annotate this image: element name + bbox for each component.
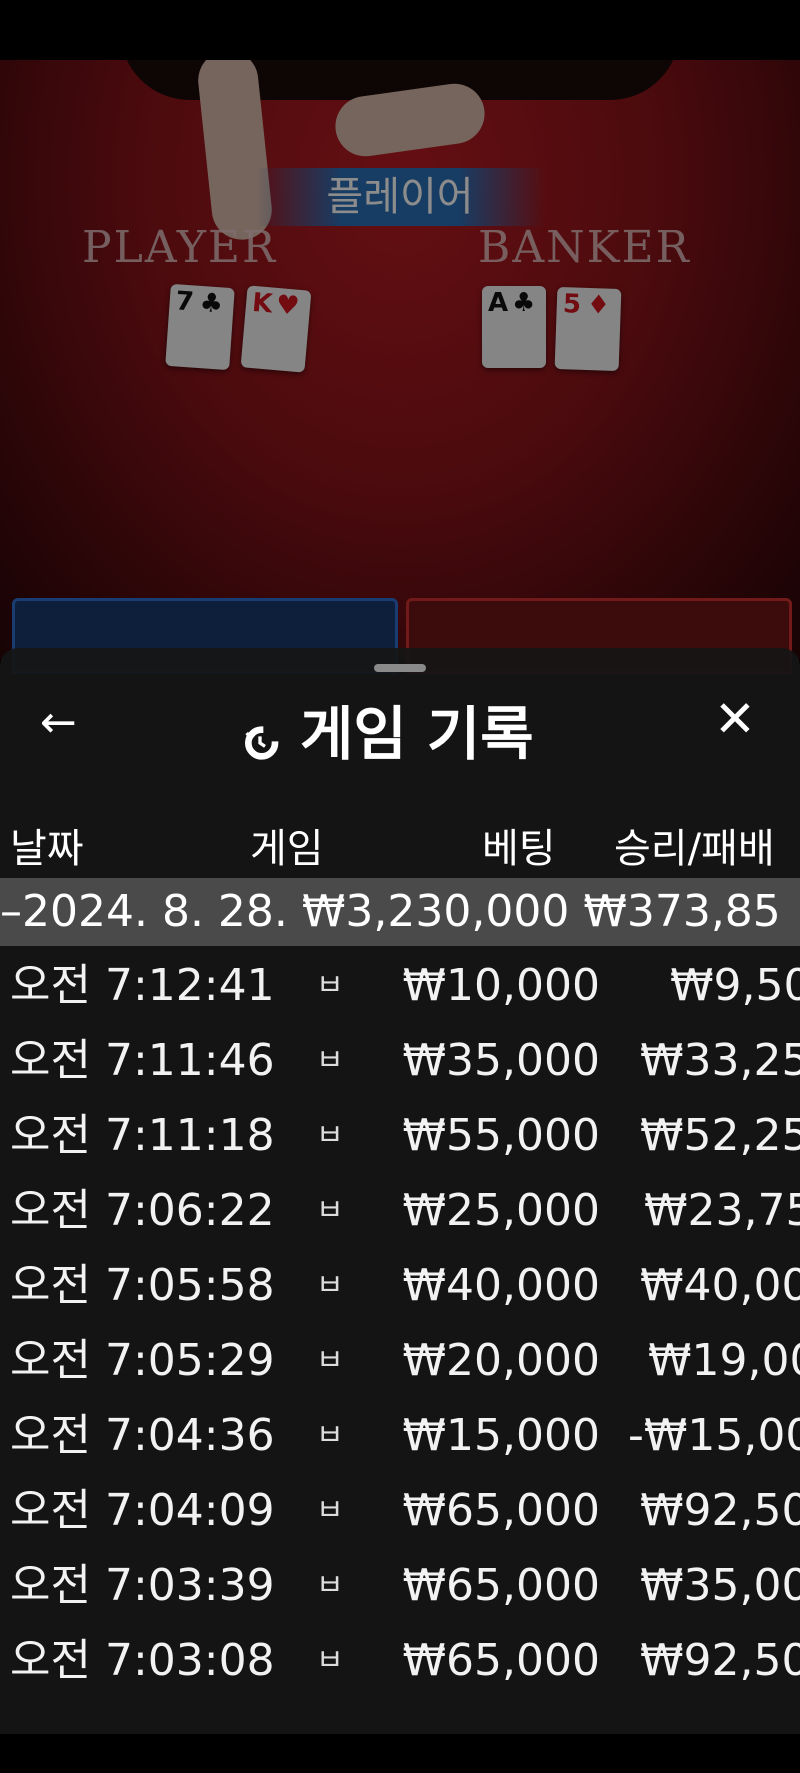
row-game: ㅂ: [316, 1568, 344, 1603]
row-time: 오전 7:04:09: [10, 1485, 275, 1536]
row-win-loss: -₩15,00: [628, 1410, 800, 1461]
row-win-loss: ₩40,00: [640, 1260, 800, 1311]
date-summary-row[interactable]: –2024. 8. 28. ₩3,230,000 ₩373,85: [0, 878, 800, 946]
row-time: 오전 7:05:29: [10, 1335, 275, 1386]
sheet-title: 게임 기록: [240, 694, 534, 768]
row-time: 오전 7:11:46: [10, 1035, 275, 1086]
row-bet: ₩65,000: [402, 1485, 600, 1536]
column-header-game: 게임: [250, 826, 324, 872]
row-win-loss: ₩35,00: [640, 1560, 800, 1611]
row-win-loss: ₩19,00: [648, 1335, 800, 1386]
row-bet: ₩65,000: [402, 1560, 600, 1611]
row-game: ㅂ: [316, 1118, 344, 1153]
row-win-loss: ₩33,25: [640, 1035, 800, 1086]
row-time: 오전 7:04:36: [10, 1410, 275, 1461]
row-win-loss: ₩23,75: [644, 1185, 800, 1236]
table-row[interactable]: 오전 7:11:18 ㅂ ₩55,000 ₩52,25: [0, 1098, 800, 1173]
summary-bet-total: ₩3,230,000: [301, 886, 570, 937]
row-bet: ₩15,000: [402, 1410, 600, 1461]
sheet-title-text: 게임 기록: [300, 700, 534, 768]
row-game: ㅂ: [316, 1268, 344, 1303]
row-bet: ₩25,000: [402, 1185, 600, 1236]
summary-win-loss: ₩373,85: [583, 886, 781, 937]
table-row[interactable]: 오전 7:03:08 ㅂ ₩65,000 ₩92,50: [0, 1623, 800, 1698]
row-win-loss: ₩92,50: [640, 1635, 800, 1686]
table-row[interactable]: 오전 7:04:09 ㅂ ₩65,000 ₩92,50: [0, 1473, 800, 1548]
row-time: 오전 7:03:39: [10, 1560, 275, 1611]
row-game: ㅂ: [316, 1643, 344, 1678]
drag-handle[interactable]: [374, 664, 426, 672]
row-bet: ₩40,000: [402, 1260, 600, 1311]
column-header-win-loss: 승리/패배: [614, 826, 775, 872]
row-bet: ₩10,000: [402, 960, 600, 1011]
table-header: 날짜 게임 베팅 승리/패배: [0, 816, 800, 872]
row-time: 오전 7:12:41: [10, 960, 275, 1011]
row-bet: ₩55,000: [402, 1110, 600, 1161]
row-time: 오전 7:03:08: [10, 1635, 275, 1686]
row-game: ㅂ: [316, 1493, 344, 1528]
row-game: ㅂ: [316, 1043, 344, 1078]
row-win-loss: ₩9,50: [670, 960, 800, 1011]
table-row[interactable]: 오전 7:11:46 ㅂ ₩35,000 ₩33,25: [0, 1023, 800, 1098]
table-row[interactable]: 오전 7:05:58 ㅂ ₩40,000 ₩40,00: [0, 1248, 800, 1323]
close-icon[interactable]: ✕: [710, 694, 760, 744]
row-bet: ₩35,000: [402, 1035, 600, 1086]
column-header-date: 날짜: [10, 826, 84, 872]
table-row[interactable]: 오전 7:04:36 ㅂ ₩15,000 -₩15,00: [0, 1398, 800, 1473]
history-icon: [240, 709, 280, 760]
game-history-sheet: ← 게임 기록 ✕ 날짜 게임 베팅 승리/패배 –2024. 8. 28. ₩…: [0, 648, 800, 1734]
table-row-partial[interactable]: [0, 1698, 800, 1773]
summary-date: –2024. 8. 28.: [0, 886, 288, 937]
row-bet: ₩20,000: [402, 1335, 600, 1386]
table-row[interactable]: 오전 7:03:39 ㅂ ₩65,000 ₩35,00: [0, 1548, 800, 1623]
row-bet: ₩65,000: [402, 1635, 600, 1686]
back-arrow-icon[interactable]: ←: [40, 698, 90, 748]
row-time: 오전 7:05:58: [10, 1260, 275, 1311]
table-row[interactable]: 오전 7:05:29 ㅂ ₩20,000 ₩19,00: [0, 1323, 800, 1398]
row-game: ㅂ: [316, 1193, 344, 1228]
row-win-loss: ₩92,50: [640, 1485, 800, 1536]
column-header-bet: 베팅: [482, 826, 556, 872]
row-win-loss: ₩52,25: [640, 1110, 800, 1161]
row-game: ㅂ: [316, 1343, 344, 1378]
row-time: 오전 7:11:18: [10, 1110, 275, 1161]
table-row[interactable]: 오전 7:06:22 ㅂ ₩25,000 ₩23,75: [0, 1173, 800, 1248]
table-row[interactable]: 오전 7:12:41 ㅂ ₩10,000 ₩9,50: [0, 948, 800, 1023]
history-list: 오전 7:12:41 ㅂ ₩10,000 ₩9,50 오전 7:11:46 ㅂ …: [0, 948, 800, 1773]
row-game: ㅂ: [316, 968, 344, 1003]
row-time: 오전 7:06:22: [10, 1185, 275, 1236]
row-game: ㅂ: [316, 1418, 344, 1453]
